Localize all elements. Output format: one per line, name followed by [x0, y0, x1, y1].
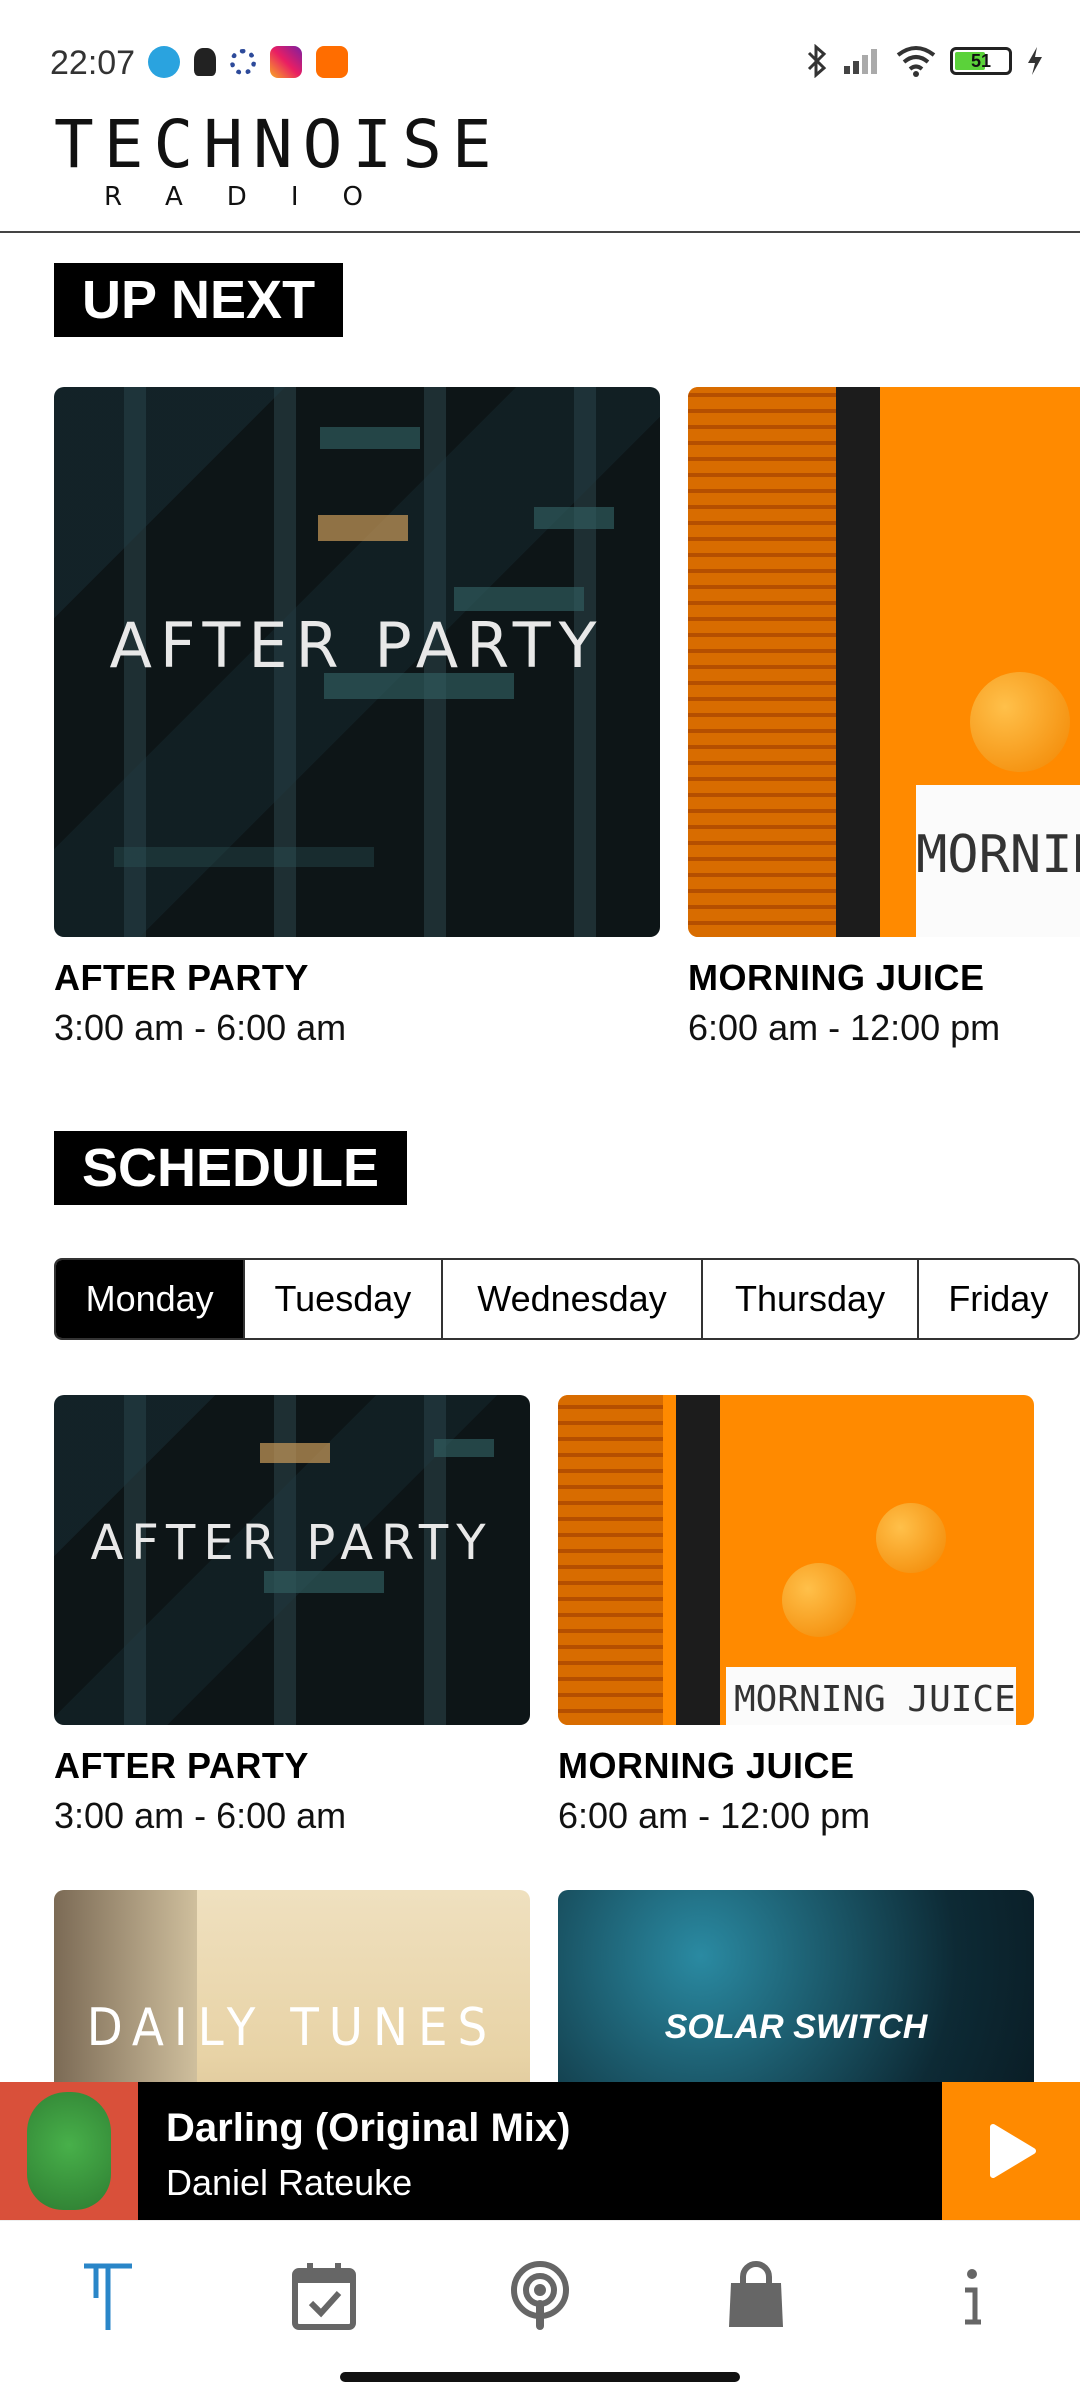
battery-icon: 51	[950, 47, 1012, 75]
show-time: 6:00 am - 12:00 pm	[688, 1007, 1001, 1048]
schedule-grid: AFTER PARTY AFTER PARTY 3:00 am - 6:00 a…	[54, 1395, 1054, 2085]
up-next-card[interactable]: MORNINC MORNING JUICE 6:00 am - 12:00 pm	[688, 387, 1080, 1049]
schedule-heading: SCHEDULE	[54, 1131, 408, 1205]
nav-info[interactable]	[912, 2236, 1032, 2356]
battery-level: 51	[970, 51, 992, 71]
app-header: TECHNOISE RADIO	[0, 100, 1080, 233]
tab-thursday[interactable]: Thursday	[703, 1260, 919, 1338]
show-artwork[interactable]: AFTER PARTY	[54, 387, 660, 937]
up-next-carousel[interactable]: AFTER PARTY AFTER PARTY 3:00 am - 6:00 a…	[54, 387, 1080, 1067]
system-icons: 51	[806, 44, 1044, 78]
signal-icon	[844, 49, 877, 74]
app-icon	[194, 48, 216, 76]
charging-icon	[1028, 47, 1042, 75]
nav-shop[interactable]	[696, 2236, 816, 2356]
wifi-icon	[896, 46, 936, 77]
play-icon	[990, 2124, 1036, 2178]
tab-tuesday[interactable]: Tuesday	[245, 1260, 443, 1338]
show-artwork[interactable]: SOLAR SWITCH	[558, 1890, 1034, 2085]
settings-icon	[230, 49, 256, 75]
bluetooth-icon	[807, 44, 827, 78]
show-artwork[interactable]: MORNING JUICE	[558, 1395, 1034, 1725]
artwork-title: DAILY TUNES	[86, 1998, 498, 2058]
day-tabs: Monday Tuesday Wednesday Thursday Friday	[54, 1258, 1080, 1340]
mi-icon	[316, 46, 348, 78]
schedule-card[interactable]: SOLAR SWITCH	[558, 1890, 1034, 2085]
technoise-logo[interactable]: TECHNOISE RADIO	[54, 110, 502, 214]
status-time: 22:07	[50, 44, 136, 82]
show-time: 3:00 am - 6:00 am	[54, 1007, 347, 1048]
show-title: AFTER PARTY	[54, 1745, 309, 1786]
schedule-card[interactable]: DAILY TUNES	[54, 1890, 530, 2085]
home-indicator[interactable]	[340, 2372, 740, 2382]
artwork-title: AFTER PARTY	[109, 609, 605, 682]
artwork-title: AFTER PARTY	[90, 1515, 494, 1571]
show-artwork[interactable]: MORNINC	[688, 387, 1080, 937]
shop-bag-icon	[729, 2260, 783, 2327]
show-time: 6:00 am - 12:00 pm	[558, 1795, 871, 1836]
logo-main-text: TECHNOISE	[54, 106, 502, 183]
telegram-icon	[148, 46, 180, 78]
calendar-icon	[292, 2262, 356, 2330]
show-artwork[interactable]: DAILY TUNES	[54, 1890, 530, 2085]
play-button[interactable]	[942, 2082, 1080, 2220]
track-artist: Daniel Rateuke	[166, 2162, 413, 2203]
tab-wednesday[interactable]: Wednesday	[442, 1260, 704, 1338]
notification-icons	[148, 46, 348, 78]
nav-home[interactable]	[48, 2236, 168, 2356]
artwork-title: SOLAR SWITCH	[664, 2008, 928, 2046]
schedule-card[interactable]: MORNING JUICE MORNING JUICE 6:00 am - 12…	[558, 1395, 1034, 1837]
tab-monday[interactable]: Monday	[56, 1260, 246, 1338]
status-bar: 22:07 51	[0, 0, 1080, 100]
schedule-card[interactable]: AFTER PARTY AFTER PARTY 3:00 am - 6:00 a…	[54, 1395, 530, 1837]
logo-sub-text: RADIO	[104, 182, 407, 212]
podcast-icon	[511, 2260, 569, 2330]
nav-podcasts[interactable]	[480, 2236, 600, 2356]
track-artwork	[0, 2082, 138, 2220]
instagram-icon	[270, 46, 302, 78]
bottom-nav	[0, 2220, 1080, 2370]
up-next-card[interactable]: AFTER PARTY AFTER PARTY 3:00 am - 6:00 a…	[54, 387, 660, 1049]
show-artwork[interactable]: AFTER PARTY	[54, 1395, 530, 1725]
home-logo-icon	[84, 2263, 132, 2330]
info-icon	[965, 2268, 981, 2324]
artwork-title: MORNINC	[916, 825, 1080, 885]
tab-friday[interactable]: Friday	[918, 1260, 1078, 1338]
now-playing-bar[interactable]: Darling (Original Mix) Daniel Rateuke	[0, 2082, 1080, 2220]
up-next-heading: UP NEXT	[54, 263, 344, 337]
show-title: MORNING JUICE	[688, 957, 985, 998]
show-title: AFTER PARTY	[54, 957, 309, 998]
track-title: Darling (Original Mix)	[166, 2106, 571, 2150]
show-title: MORNING JUICE	[558, 1745, 855, 1786]
show-time: 3:00 am - 6:00 am	[54, 1795, 347, 1836]
nav-schedule[interactable]	[264, 2236, 384, 2356]
artwork-title: MORNING JUICE	[734, 1679, 1016, 1720]
